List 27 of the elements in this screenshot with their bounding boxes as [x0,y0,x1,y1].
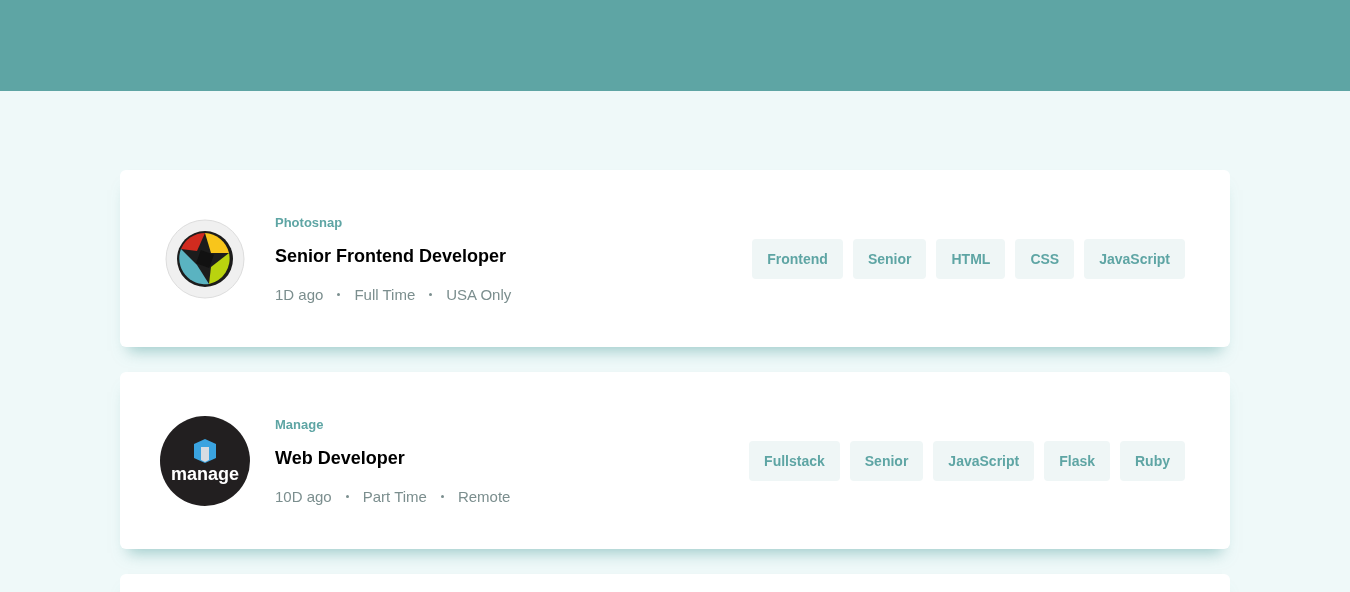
filter-tag[interactable]: Senior [852,238,927,279]
posted-time: 10D ago [275,487,332,505]
company-name: Manage [275,416,324,432]
job-title[interactable]: Senior Frontend Developer [275,245,507,267]
aperture-logo-icon [165,218,245,299]
contract-type: Full Time [354,285,416,303]
cube-icon [193,437,217,464]
filter-tag[interactable]: JavaScript [933,440,1035,481]
dot-separator-icon [345,494,349,498]
logo-text: manage [171,463,239,484]
filter-tag[interactable]: Flask [1044,440,1110,481]
filter-tag[interactable]: JavaScript [1084,238,1185,279]
company-name: Photosnap [275,214,343,230]
dot-separator-icon [440,494,444,498]
filter-tag[interactable]: Ruby [1120,440,1185,481]
filter-tag[interactable]: Fullstack [749,440,840,481]
filter-tag[interactable]: Senior [849,440,924,481]
job-location: Remote [457,487,511,505]
job-location: USA Only [446,285,512,303]
filter-tag[interactable]: Frontend [752,238,843,279]
filter-tag[interactable]: CSS [1015,238,1075,279]
filter-tag[interactable]: HTML [936,238,1006,279]
job-title[interactable]: Web Developer [275,447,405,469]
contract-type: Part Time [362,487,427,505]
dot-separator-icon [429,292,433,296]
dot-separator-icon [337,292,341,296]
posted-time: 1D ago [275,285,324,303]
